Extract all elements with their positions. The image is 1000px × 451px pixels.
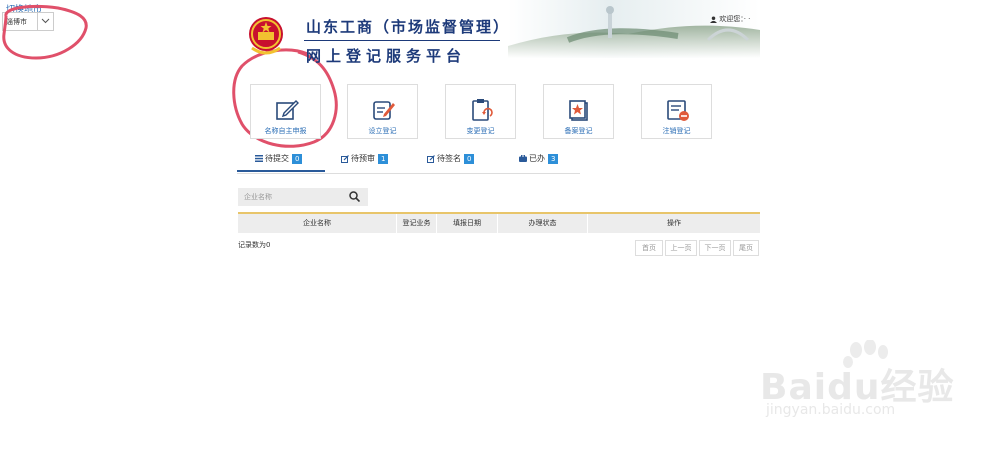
tab-label: 待提交: [265, 154, 289, 163]
tab-done[interactable]: 已办 3: [519, 153, 579, 172]
name-declare-icon: [276, 100, 299, 120]
tab-label: 待签名: [437, 154, 461, 163]
service-label: 变更登记: [466, 127, 495, 135]
establish-icon: [373, 101, 395, 120]
search-icon[interactable]: [349, 191, 360, 202]
service-label: 名称自主申报: [264, 127, 307, 135]
tab-pending-submit[interactable]: 待提交 0: [237, 153, 325, 172]
service-label: 设立登记: [368, 127, 397, 135]
tab-count-badge: 0: [292, 153, 303, 164]
site-title-line1: 山东工商（市场监督管理）: [306, 18, 511, 36]
service-tile-filing[interactable]: 备案登记: [543, 84, 614, 139]
tab-label: 已办: [529, 154, 545, 163]
column-header: 登记业务: [397, 214, 437, 233]
service-label: 注销登记: [662, 127, 691, 135]
site-header: 山东工商（市场监督管理） 网上登记服务平台 欢迎您：· ·: [238, 0, 760, 80]
edit-icon: [427, 154, 435, 163]
tab-pending-review[interactable]: 待预审 1: [341, 153, 411, 172]
column-header: 办理状态: [498, 214, 588, 233]
welcome-text: 欢迎您：· ·: [710, 14, 750, 24]
cancel-icon: [667, 100, 689, 121]
city-select-value: 淄博市: [6, 18, 27, 26]
baidu-jingyan-watermark: Baidu经验 jingyan.baidu.com: [760, 340, 960, 430]
first-page-button[interactable]: 首页: [635, 240, 663, 256]
edit-icon: [341, 154, 349, 163]
tab-count-badge: 0: [464, 153, 475, 164]
site-title-line2: 网上登记服务平台: [306, 47, 467, 65]
service-tile-establish[interactable]: 设立登记: [347, 84, 418, 139]
column-header: 填报日期: [437, 214, 498, 233]
task-tabs: 待提交 0 待预审 1 待签名 0 已办 3: [237, 153, 580, 174]
service-tile-name-declare[interactable]: 名称自主申报: [250, 84, 321, 139]
briefcase-icon: [519, 155, 527, 162]
table-header: 企业名称 登记业务 填报日期 办理状态 操作: [238, 212, 760, 233]
title-divider: [304, 40, 500, 41]
tab-label: 待预审: [351, 154, 375, 163]
tab-count-badge: 1: [378, 153, 389, 164]
last-page-button[interactable]: 尾页: [733, 240, 759, 256]
company-search-input[interactable]: [244, 190, 340, 204]
tab-count-badge: 3: [548, 153, 559, 164]
user-icon: [710, 15, 717, 23]
landscape-banner-image: [508, 0, 760, 58]
next-page-button[interactable]: 下一页: [699, 240, 731, 256]
welcome-label: 欢迎您：· ·: [719, 15, 751, 23]
change-icon: [472, 99, 493, 121]
service-tile-change[interactable]: 变更登记: [445, 84, 516, 139]
list-icon: [255, 155, 263, 162]
national-emblem-icon: [249, 17, 283, 55]
company-search-box: [238, 188, 368, 206]
filing-icon: [569, 100, 588, 121]
column-header: 操作: [667, 219, 681, 227]
prev-page-button[interactable]: 上一页: [665, 240, 697, 256]
column-header: 企业名称: [238, 214, 397, 233]
record-count: 记录数为0: [238, 241, 271, 249]
service-label: 备案登记: [564, 127, 593, 135]
chevron-down-icon[interactable]: [37, 13, 53, 30]
watermark-url: jingyan.baidu.com: [766, 402, 896, 418]
tab-pending-sign[interactable]: 待签名 0: [427, 153, 497, 172]
service-tile-cancel[interactable]: 注销登记: [641, 84, 712, 139]
city-select[interactable]: 淄博市: [2, 12, 54, 31]
